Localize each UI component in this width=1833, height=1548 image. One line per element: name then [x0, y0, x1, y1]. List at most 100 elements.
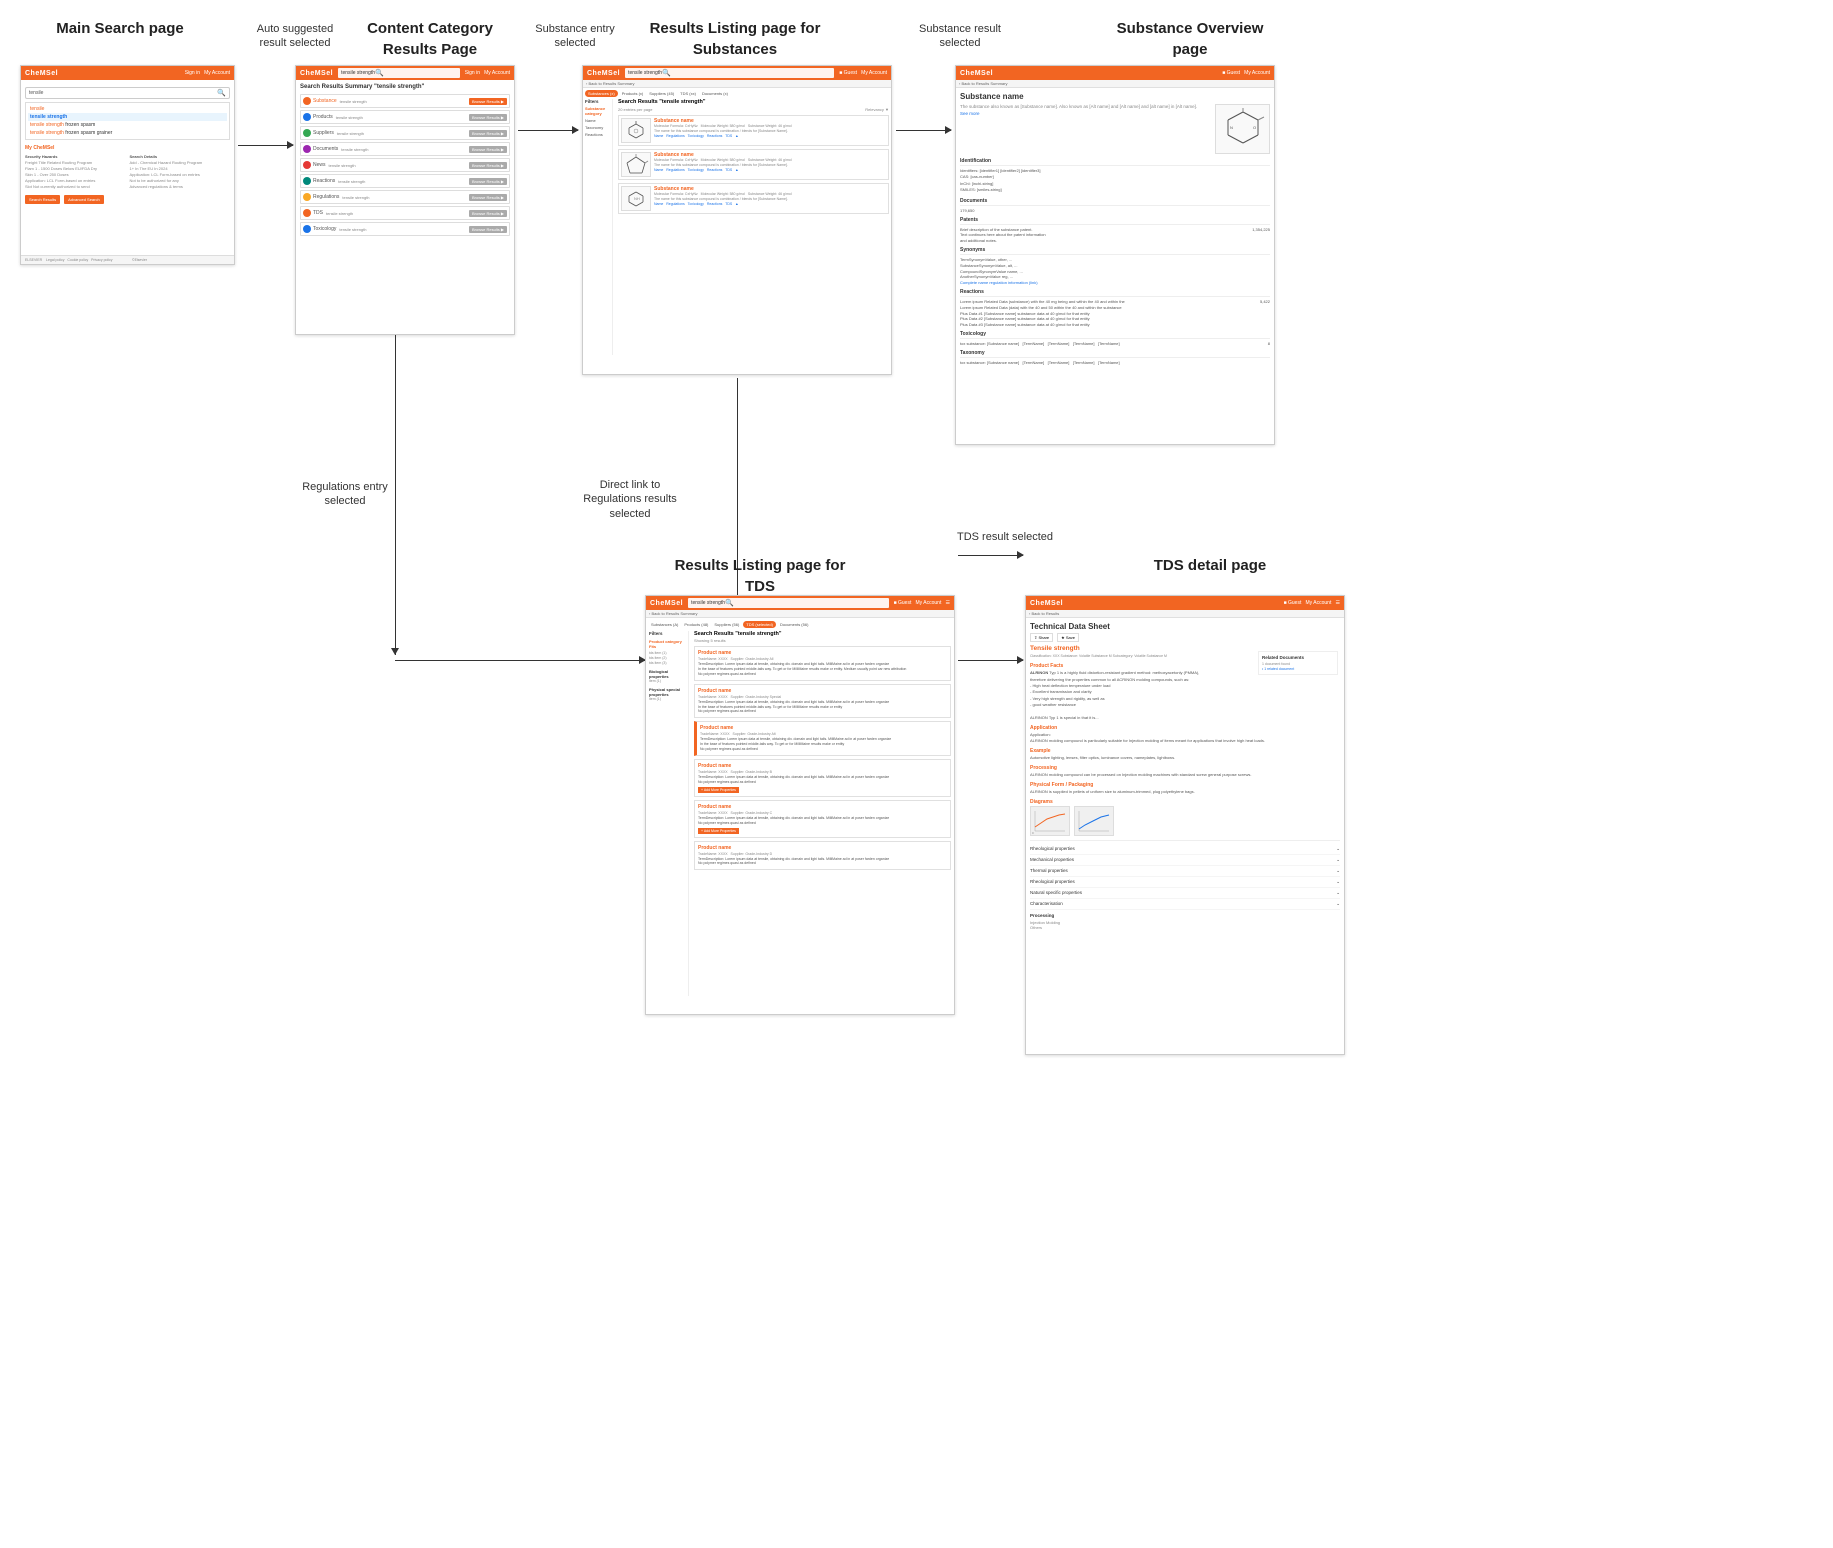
tds-meta-1: TradeName: XXXX Supplier: Grade-Industry…	[698, 657, 947, 661]
mechanical-props-section[interactable]: Mechanical properties ⌄	[1030, 855, 1340, 866]
cat-name-regulations: Regulations	[313, 194, 339, 200]
screen4-documents: Documents 179,650	[960, 198, 1270, 213]
screen1-btn2[interactable]: Advanced Search	[64, 195, 104, 204]
screen5-tab-substances[interactable]: Substances (A)	[649, 621, 680, 628]
rheological-props-section-2[interactable]: Rheological properties ⌄	[1030, 877, 1340, 888]
reactions-text: Lorem ipsum Related Data (substance) wit…	[960, 299, 1260, 327]
screen6-breadcrumb[interactable]: ‹ Back to Results	[1026, 610, 1344, 618]
screen5-search-icon[interactable]: 🔍	[725, 599, 734, 607]
related-doc-link[interactable]: • 1 related document	[1262, 667, 1334, 671]
suggestion-2[interactable]: tensile strength	[28, 113, 227, 121]
tds-filter-phys-1[interactable]: item (1)	[649, 697, 686, 701]
cat-row-suppliers[interactable]: Suppliers tensile strength Browse Result…	[300, 126, 510, 140]
substance-result-1[interactable]: Substance name Molecular Formula: CxHyNz…	[618, 115, 889, 146]
screen4-breadcrumb[interactable]: ‹ Back to Results Summary	[956, 80, 1274, 88]
tds-result-4[interactable]: Product name TradeName: XXXX Supplier: G…	[694, 759, 951, 797]
screen6-share-btn[interactable]: ⇧ Share	[1030, 633, 1053, 642]
cat-row-tds[interactable]: TDS tensile strength Browse Results ▶	[300, 206, 510, 220]
cat-row-substance[interactable]: Substance tensile strength Browse Result…	[300, 94, 510, 108]
filter-tab-documents[interactable]: Documents (x)	[700, 90, 730, 97]
v-arrowhead-regulations	[391, 648, 399, 655]
cat-btn-suppliers[interactable]: Browse Results ▶	[469, 130, 507, 137]
filter-reactions[interactable]: Reactions	[585, 132, 610, 137]
product-facts-content: ALRINON Typ 1 is a highly fluid distorti…	[1030, 670, 1340, 721]
screen5-layout: Substances (A) Products (48) Suppliers (…	[646, 618, 954, 1011]
tds-filter-1[interactable]: tds item (1)	[649, 651, 686, 655]
cat-btn-reactions[interactable]: Browse Results ▶	[469, 178, 507, 185]
cat-row-news[interactable]: News tensile strength Browse Results ▶	[300, 158, 510, 172]
screen3-filter-sidebar: Filters Substance category Name Taxonomy…	[585, 99, 613, 355]
screen5-tab-products[interactable]: Products (48)	[682, 621, 710, 628]
screen4-layout: Substance name The substance also known …	[956, 88, 1274, 441]
add-more-properties-btn-2[interactable]: + Add More Properties	[698, 828, 739, 834]
cat-row-documents[interactable]: Documents tensile strength Browse Result…	[300, 142, 510, 156]
tds-result-3[interactable]: Product name TradeName: XXXX Supplier: G…	[694, 721, 951, 756]
filter-tab-products[interactable]: Products (x)	[620, 90, 646, 97]
identification-title: Identification	[960, 158, 1270, 166]
filter-name[interactable]: Name	[585, 118, 610, 123]
filter-tab-tds[interactable]: TDS (xx)	[678, 90, 698, 97]
cat-btn-documents[interactable]: Browse Results ▶	[469, 146, 507, 153]
suggestion-1[interactable]: tensile	[28, 105, 227, 113]
cat-row-regulations[interactable]: Regulations tensile strength Browse Resu…	[300, 190, 510, 204]
screen6-save-btn[interactable]: ★ Save	[1057, 633, 1079, 642]
tds-filter-bio-1[interactable]: item (1)	[649, 679, 686, 683]
suggestion-4[interactable]: tensile strength frozen spasm grainer	[28, 129, 227, 137]
filter-substance-category[interactable]: Substance category	[585, 106, 610, 116]
suggestion-3[interactable]: tensile strength frozen spasm	[28, 121, 227, 129]
substance-result-3[interactable]: NH Substance name Molecular Formula: CxH…	[618, 183, 889, 214]
cat-row-reactions[interactable]: Reactions tensile strength Browse Result…	[300, 174, 510, 188]
substance-details-1: Molecular Formula: CxHyNz Molecular Weig…	[654, 124, 886, 139]
cat-btn-tds[interactable]: Browse Results ▶	[469, 210, 507, 217]
screen3-breadcrumb[interactable]: ‹ Back to Results Summary	[583, 80, 891, 88]
screen4-reactions: Reactions Lorem ipsum Related Data (subs…	[960, 289, 1270, 327]
processing-sub-items: Injection Molding Others	[1030, 920, 1340, 930]
cat-row-products[interactable]: Products tensile strength Browse Results…	[300, 110, 510, 124]
filter-taxonomy[interactable]: Taxonomy	[585, 125, 610, 130]
tds-result-5[interactable]: Product name TradeName: XXXX Supplier: G…	[694, 800, 951, 838]
substance-result-2[interactable]: Substance name Molecular Formula: CxHyNz…	[618, 149, 889, 180]
cat-btn-news[interactable]: Browse Results ▶	[469, 162, 507, 169]
screen2-search-value: tensile strength	[341, 70, 375, 76]
molecule-2	[621, 152, 651, 177]
screen1-btn1[interactable]: Search Results	[25, 195, 60, 204]
screen3-search-icon[interactable]: 🔍	[662, 69, 671, 77]
screen1-search-icon[interactable]: 🔍	[217, 89, 226, 97]
add-more-properties-btn-1[interactable]: + Add More Properties	[698, 787, 739, 793]
screen6-layout: Technical Data Sheet ⇧ Share ★ Save Tens…	[1026, 618, 1344, 1051]
thermal-props-section[interactable]: Thermal properties ⌄	[1030, 866, 1340, 877]
tds-title-1: Product name	[698, 650, 947, 656]
screen5-tab-tds[interactable]: TDS (selected)	[743, 621, 776, 628]
cat-btn-substance[interactable]: Browse Results ▶	[469, 98, 507, 105]
screen3-filter-tabs: Substances (x) Products (x) Suppliers (4…	[585, 90, 889, 97]
screen6-page-title: Technical Data Sheet	[1030, 622, 1340, 631]
synonyms-title: Synonyms	[960, 247, 1270, 255]
screen5-tab-documents[interactable]: Documents (56)	[778, 621, 810, 628]
natural-props-section[interactable]: Natural specific properties ⌄	[1030, 888, 1340, 899]
others[interactable]: Others	[1030, 925, 1340, 930]
label-tds-detail: TDS detail page	[1130, 555, 1290, 576]
cat-btn-toxicology[interactable]: Browse Results ▶	[469, 226, 507, 233]
tds-filter-active[interactable]: Product category Fits	[649, 639, 686, 649]
tds-title-3: Product name	[700, 725, 947, 731]
arrow6-head	[1017, 551, 1024, 559]
cat-row-toxicology[interactable]: Toxicology tensile strength Browse Resul…	[300, 222, 510, 236]
characterisation-section[interactable]: Characterisation ⌄	[1030, 899, 1340, 910]
rheological-props-section[interactable]: Rheological properties ⌄	[1030, 844, 1340, 855]
cat-name-news: News	[313, 162, 326, 168]
arrow1-line	[238, 145, 293, 146]
filter-tab-substances[interactable]: Substances (x)	[585, 90, 618, 97]
cat-btn-regulations[interactable]: Browse Results ▶	[469, 194, 507, 201]
tds-filter-3[interactable]: tds item (3)	[649, 661, 686, 665]
filter-tab-suppliers[interactable]: Suppliers (45)	[647, 90, 676, 97]
screen5-tab-suppliers[interactable]: Suppliers (56)	[712, 621, 741, 628]
tds-result-6[interactable]: Product name TradeName: XXXX Supplier: G…	[694, 841, 951, 871]
screen2-search-icon[interactable]: 🔍	[375, 69, 384, 77]
tds-result-1[interactable]: Product name TradeName: XXXX Supplier: G…	[694, 646, 951, 681]
toxicology-count: 8	[1268, 341, 1270, 346]
screen1-searchbar[interactable]: tensile 🔍	[25, 87, 230, 99]
tds-filter-2[interactable]: tds item (2)	[649, 656, 686, 660]
screen5-breadcrumb[interactable]: ‹ Back to Results Summary	[646, 610, 954, 618]
cat-btn-products[interactable]: Browse Results ▶	[469, 114, 507, 121]
tds-result-2[interactable]: Product name TradeName: XXXX Supplier: G…	[694, 684, 951, 719]
